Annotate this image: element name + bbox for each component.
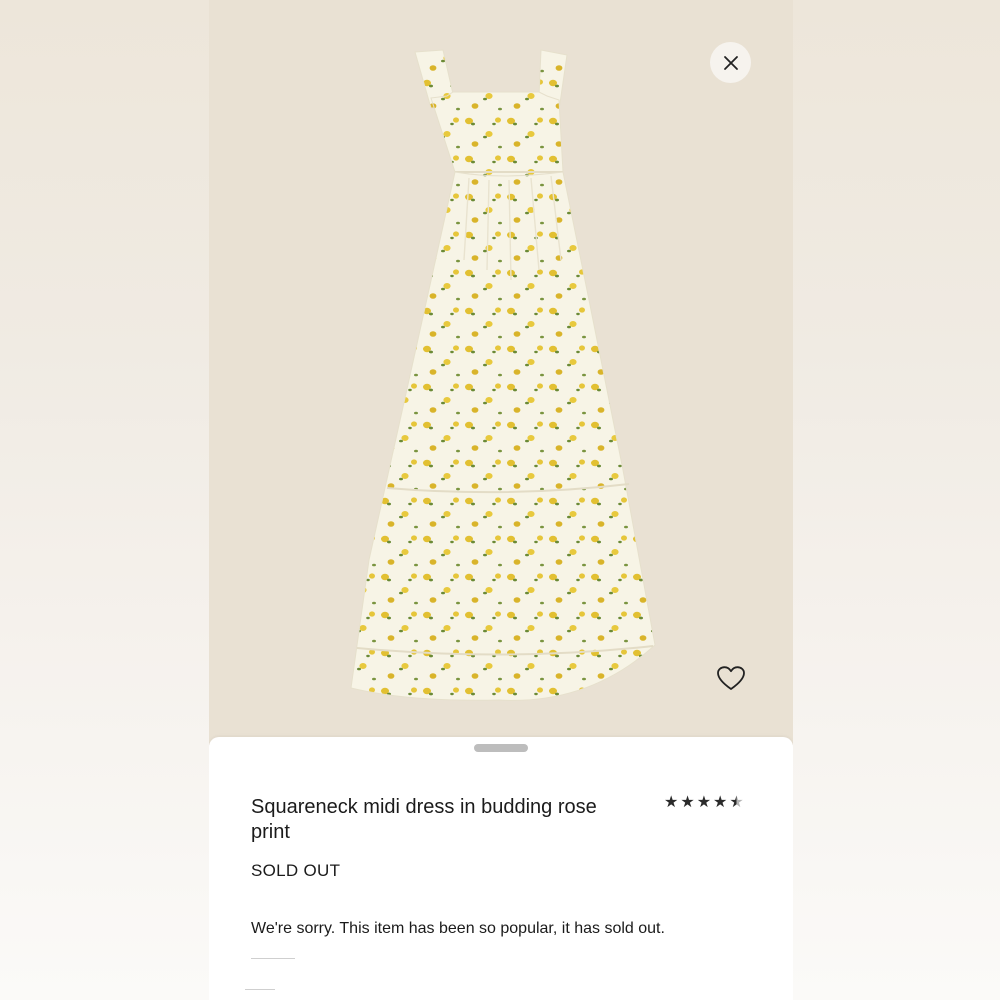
product-title: Squareneck midi dress in budding rose pr… — [251, 796, 597, 843]
favorite-button[interactable] — [715, 663, 747, 693]
sold-out-message: We're sorry. This item has been so popul… — [251, 920, 665, 937]
heart-icon — [717, 665, 745, 690]
sheet-drag-handle[interactable] — [474, 744, 528, 752]
star-icon: ★ — [713, 794, 728, 811]
star-icon: ★ — [696, 794, 712, 811]
blurred-background-right — [793, 0, 1000, 1000]
product-quickview: Squareneck midi dress in budding rose pr… — [209, 0, 793, 1000]
rating-stars[interactable]: ★ ★ ★ ★ ★ — [664, 794, 744, 812]
divider — [245, 989, 275, 990]
close-button[interactable] — [710, 42, 751, 83]
product-details-sheet: Squareneck midi dress in budding rose pr… — [209, 737, 793, 1000]
divider — [251, 958, 295, 959]
half-star-icon: ★ — [729, 794, 744, 811]
product-image — [209, 0, 793, 745]
stock-status: SOLD OUT — [251, 861, 341, 880]
star-icon: ★ — [680, 794, 695, 811]
star-icon: ★ — [664, 794, 679, 811]
close-icon — [723, 55, 738, 70]
dress-illustration — [350, 49, 656, 701]
blurred-background-left — [0, 0, 209, 1000]
